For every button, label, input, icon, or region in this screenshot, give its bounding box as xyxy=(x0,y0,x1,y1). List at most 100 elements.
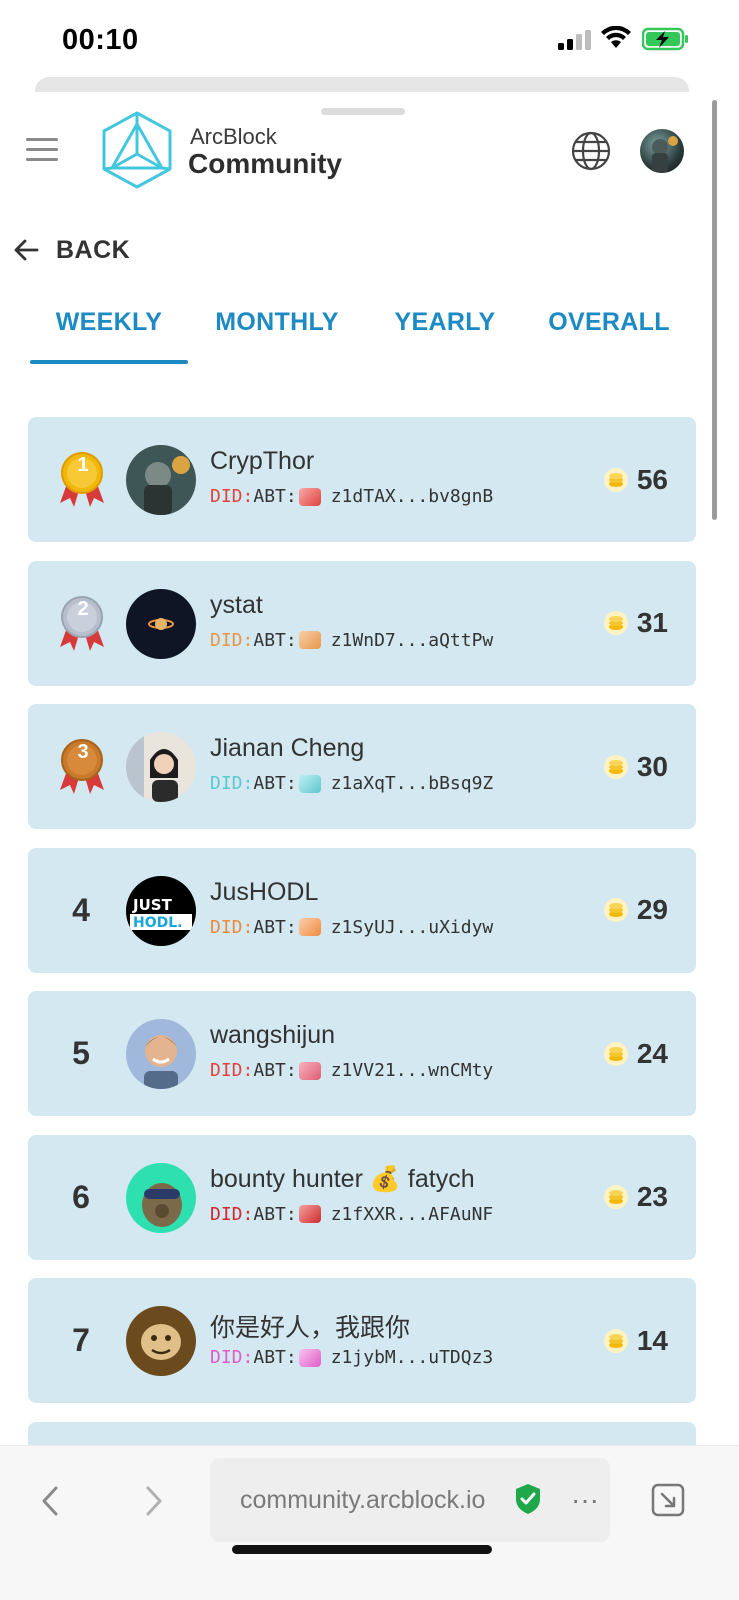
did-prefix: DID: xyxy=(210,1203,254,1225)
svg-text:JUST: JUST xyxy=(132,896,173,914)
hamburger-menu-icon[interactable] xyxy=(26,138,58,164)
rank-number: 7 xyxy=(72,1322,90,1358)
score: 23 xyxy=(603,1135,668,1260)
did-identicon xyxy=(298,631,321,649)
did-value: z1VV21...wnCMty xyxy=(330,1060,494,1081)
score-value: 23 xyxy=(636,1181,668,1212)
did-abt: ABT: xyxy=(253,1203,297,1225)
user-name: 你是好人，我跟你 xyxy=(210,1314,411,1342)
tab-monthly[interactable]: MONTHLY xyxy=(202,300,352,364)
did-prefix: DID: xyxy=(210,1347,254,1368)
did-identicon xyxy=(298,1348,321,1367)
rank-number: 2 xyxy=(77,597,89,620)
did-identicon xyxy=(298,1205,321,1223)
sheet-grabber[interactable] xyxy=(321,108,405,115)
coin-stack-icon xyxy=(603,611,628,635)
score-value: 14 xyxy=(636,1324,668,1356)
score-value: 30 xyxy=(636,750,668,782)
did-address: DID: ABT: z1SyUJ...uXidyw xyxy=(210,917,493,938)
avatar xyxy=(126,1162,196,1233)
rank-number: 6 xyxy=(72,1178,90,1215)
tab-yearly[interactable]: YEARLY xyxy=(382,300,508,364)
leaderboard-list: 1 CrypThor DID:ABT: z1dTAX...bv8gnB 56 xyxy=(28,417,696,1480)
score: 14 xyxy=(603,1278,668,1403)
avatar xyxy=(126,1019,196,1089)
score-value: 56 xyxy=(636,463,668,495)
active-tab-indicator xyxy=(30,360,188,364)
did-address: DID: ABT: z1dTAX...bv8gnB xyxy=(210,486,493,507)
exit-fullscreen-icon[interactable] xyxy=(650,1482,686,1518)
score: 24 xyxy=(603,991,668,1116)
leaderboard-row[interactable]: 2 ystat DID: ABT: z1WnD7...aQttPw 31 xyxy=(28,560,696,686)
did-value: z1aXqT...bBsq9Z xyxy=(330,773,494,794)
secure-shield-icon xyxy=(516,1484,540,1514)
score: 29 xyxy=(603,848,668,973)
tab-overall[interactable]: OVERALL xyxy=(538,300,680,364)
back-label: BACK xyxy=(56,235,131,264)
user-name: wangshijun xyxy=(210,1021,336,1049)
score: 31 xyxy=(603,561,668,686)
did-identicon xyxy=(298,1061,321,1080)
did-abt: ABT: xyxy=(253,629,297,651)
did-prefix: DID: xyxy=(210,629,254,651)
more-options-button[interactable]: ··· xyxy=(568,1484,602,1515)
leaderboard-row[interactable]: 6 bounty hunter 💰 fatych DID: ABT: z1fXXR… xyxy=(28,1134,696,1260)
did-abt: ABT: xyxy=(253,1347,297,1368)
did-address: DID: ABT: z1WnD7...aQttPw xyxy=(210,630,493,651)
did-address: DID: ABT: z1VV21...wnCMty xyxy=(210,1060,493,1081)
leaderboard-row[interactable]: 1 CrypThor DID: ABT: z1dTAX...bv8gnB 56 xyxy=(28,417,696,542)
user-name: ystat xyxy=(210,590,263,619)
did-abt: ABT: xyxy=(253,916,297,938)
did-identicon xyxy=(298,918,321,936)
leaderboard-row[interactable]: 3 Jianan Cheng DID: ABT: z1aXqT...bBsq9Z … xyxy=(28,704,696,829)
rank-number: 1 xyxy=(77,454,89,476)
coin-stack-icon xyxy=(603,1185,628,1209)
did-identicon xyxy=(298,487,321,506)
user-name: JusHODL xyxy=(210,877,319,906)
did-prefix: DID: xyxy=(210,1060,254,1081)
did-value: z1jybM...uTDQz3 xyxy=(330,1347,494,1368)
coin-stack-icon xyxy=(603,898,628,922)
rank-number: 5 xyxy=(72,1035,90,1071)
status-time: 00:10 xyxy=(62,24,139,56)
user-avatar[interactable] xyxy=(640,129,684,173)
status-bar: 00:10 xyxy=(0,0,739,78)
tab-weekly[interactable]: WEEKLY xyxy=(30,300,188,364)
browser-back-icon[interactable] xyxy=(36,1484,64,1518)
language-globe-icon[interactable] xyxy=(570,130,612,172)
leaderboard-row[interactable]: 5 wangshijun DID: ABT: z1VV21...wnCMty 24 xyxy=(28,991,696,1116)
did-abt: ABT: xyxy=(253,486,297,507)
coin-stack-icon xyxy=(603,1328,628,1353)
url-text: community.arcblock.io xyxy=(240,1486,486,1514)
did-abt: ABT: xyxy=(253,773,297,794)
score-value: 29 xyxy=(636,894,668,925)
did-prefix: DID: xyxy=(210,486,254,507)
did-abt: ABT: xyxy=(253,1060,297,1081)
back-button[interactable]: BACK xyxy=(12,230,130,270)
did-value: z1WnD7...aQttPw xyxy=(330,629,494,651)
brand-subtitle: Community xyxy=(188,148,342,179)
did-prefix: DID: xyxy=(210,773,254,794)
did-value: z1dTAX...bv8gnB xyxy=(330,486,494,507)
coin-stack-icon xyxy=(603,467,628,492)
cellular-signal-icon xyxy=(558,30,591,50)
scrollbar[interactable] xyxy=(712,100,717,520)
user-name: CrypThor xyxy=(210,447,315,475)
leaderboard-row[interactable]: 4 JUST HODL. JusHODL DID: ABT: z1SyUJ...u… xyxy=(28,847,696,973)
period-tabs: WEEKLY MONTHLY YEARLY OVERALL xyxy=(30,300,710,366)
score-value: 24 xyxy=(636,1037,668,1069)
address-bar[interactable]: community.arcblock.io xyxy=(210,1458,610,1542)
browser-forward-icon[interactable] xyxy=(140,1484,168,1518)
browser-toolbar: community.arcblock.io ··· xyxy=(0,1445,739,1600)
wifi-icon xyxy=(601,26,631,48)
home-indicator xyxy=(232,1545,492,1554)
avatar: JUST HODL. xyxy=(126,875,196,946)
user-name: bounty hunter 💰 fatych xyxy=(210,1164,475,1193)
brand-name: ArcBlock xyxy=(190,124,277,149)
leaderboard-row[interactable]: 7 你是好人，我跟你 DID: ABT: z1jybM...uTDQz3 14 xyxy=(28,1278,696,1403)
score: 30 xyxy=(603,704,668,829)
svg-text:HODL.: HODL. xyxy=(133,915,182,931)
rank-number: 4 xyxy=(72,891,90,928)
avatar xyxy=(126,1306,196,1376)
battery-charging-icon xyxy=(642,27,688,51)
